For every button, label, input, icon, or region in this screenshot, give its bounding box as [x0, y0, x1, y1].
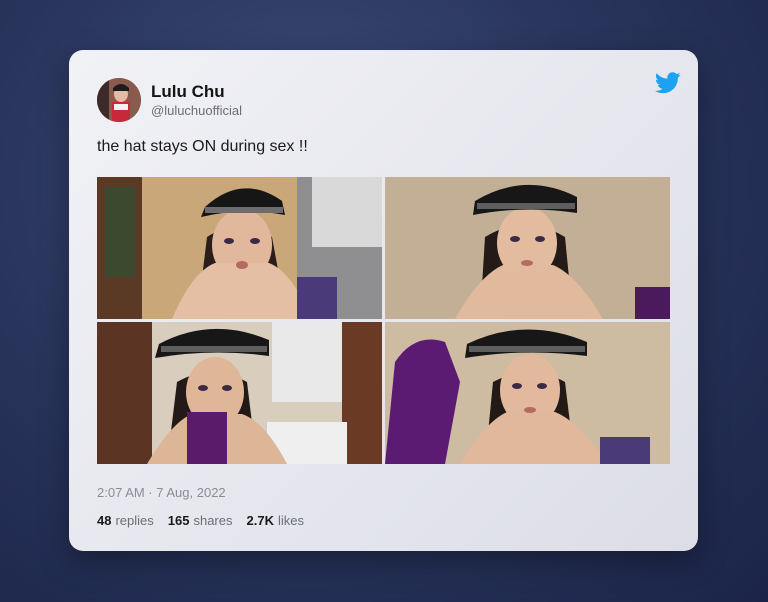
photo-3[interactable] — [97, 322, 382, 464]
photo-grid — [97, 177, 670, 464]
likes-label: likes — [277, 513, 304, 528]
twitter-bird-icon[interactable] — [654, 72, 681, 94]
author-name[interactable]: Lulu Chu — [151, 82, 225, 102]
photo-2[interactable] — [385, 177, 670, 319]
likes-stat[interactable]: 2.7K likes — [247, 513, 304, 528]
shares-label: shares — [193, 513, 233, 528]
likes-count: 2.7K — [246, 513, 274, 528]
author-handle[interactable]: @luluchuofficial — [151, 103, 242, 118]
shares-stat[interactable]: 165 shares — [168, 513, 233, 528]
tweet-text: the hat stays ON during sex !! — [97, 138, 308, 155]
photo-4[interactable] — [385, 322, 670, 464]
replies-stat[interactable]: 48 replies — [97, 513, 154, 528]
tweet-stats: 48 replies 165 shares 2.7K likes — [97, 513, 304, 528]
replies-label: replies — [115, 513, 154, 528]
tweet-timestamp[interactable]: 2:07 AM · 7 Aug, 2022 — [97, 485, 226, 500]
photo-1[interactable] — [97, 177, 382, 319]
tweet-card: Lulu Chu @luluchuofficial the hat stays … — [69, 50, 698, 551]
avatar[interactable] — [97, 78, 141, 122]
replies-count: 48 — [97, 513, 112, 528]
shares-count: 165 — [167, 513, 190, 528]
